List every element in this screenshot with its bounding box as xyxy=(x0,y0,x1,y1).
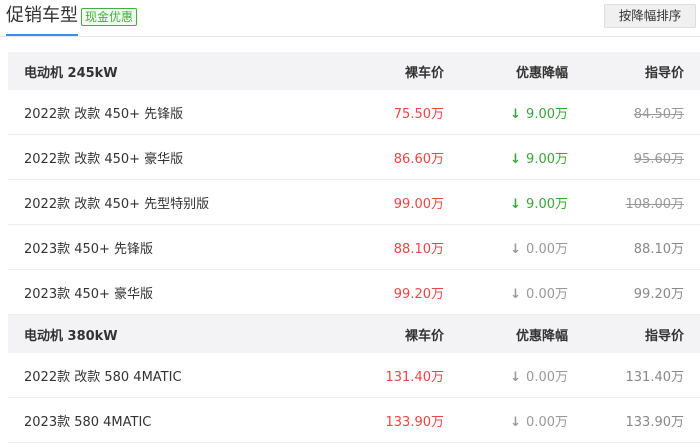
discount-value: 9.00万 xyxy=(526,196,568,212)
discount-value: 9.00万 xyxy=(526,151,568,167)
tab-promo-models[interactable]: 促销车型 xyxy=(6,4,78,36)
guide-price-value: 131.40万 xyxy=(625,369,685,385)
table-row[interactable]: 2022款 改款 450+ 豪华版 86.60万 ↓ 9.00万 95.60万 xyxy=(8,135,700,180)
bare-price: 133.90万 xyxy=(308,411,445,430)
group-header: 电动机 380kW 裸车价 优惠降幅 指导价 xyxy=(8,315,700,353)
guide-price: 99.20万 xyxy=(568,283,684,302)
table-row[interactable]: 2023款 450+ 先锋版 88.10万 ↓ 0.00万 88.10万 xyxy=(8,225,700,270)
guide-price: 108.00万 xyxy=(568,193,685,212)
price-table: 电动机 245kW 裸车价 优惠降幅 指导价 2022款 改款 450+ 先锋版 75.5… xyxy=(8,52,700,443)
guide-price-value: 88.10万 xyxy=(633,241,684,257)
bare-price: 86.60万 xyxy=(308,148,444,167)
guide-price: 95.60万 xyxy=(568,148,684,167)
bare-price: 99.00万 xyxy=(308,193,444,212)
column-header-discount: 优惠降幅 xyxy=(515,328,568,344)
guide-price-value: 95.60万 xyxy=(633,151,684,167)
arrow-down-icon: ↓ xyxy=(510,286,522,302)
model-name: 2022款 改款 450+ 先锋版 xyxy=(24,106,184,122)
sort-by-discount-button[interactable]: 按降幅排序 xyxy=(604,4,696,28)
model-name: 2023款 450+ 豪华版 xyxy=(24,286,154,302)
table-row[interactable]: 2022款 改款 580 4MATIC 131.40万 ↓ 0.00万 131.40万 xyxy=(8,353,700,398)
bare-price-value: 88.10万 xyxy=(393,241,444,257)
discount-value: 0.00万 xyxy=(526,369,568,385)
model-name: 2023款 580 4MATIC xyxy=(24,414,152,430)
discount-cell: ↓ 9.00万 xyxy=(444,148,568,167)
top-bar: 促销车型 现金优惠 按降幅排序 xyxy=(0,0,700,37)
model-name: 2022款 改款 450+ 豪华版 xyxy=(24,151,184,167)
table-row[interactable]: 2022款 改款 450+ 先型特别版 99.00万 ↓ 9.00万 108.00万 xyxy=(8,180,700,225)
arrow-down-icon: ↓ xyxy=(510,241,522,257)
bare-price: 131.40万 xyxy=(308,366,445,385)
guide-price-value: 133.90万 xyxy=(625,414,685,430)
discount-value: 0.00万 xyxy=(526,241,568,257)
group-title: 电动机 245kW xyxy=(24,65,118,81)
model-name: 2022款 改款 580 4MATIC xyxy=(24,369,182,385)
bare-price-value: 131.40万 xyxy=(385,369,445,385)
guide-price-value: 108.00万 xyxy=(625,196,685,212)
guide-price: 133.90万 xyxy=(568,411,685,430)
bare-price-value: 133.90万 xyxy=(385,414,445,430)
table-row[interactable]: 2023款 450+ 豪华版 99.20万 ↓ 0.00万 99.20万 xyxy=(8,270,700,315)
bare-price-value: 99.20万 xyxy=(393,286,444,302)
arrow-down-icon: ↓ xyxy=(510,151,522,167)
guide-price-value: 99.20万 xyxy=(633,286,684,302)
column-header-price: 裸车价 xyxy=(404,65,444,81)
bare-price-value: 86.60万 xyxy=(393,151,444,167)
group-header: 电动机 245kW 裸车价 优惠降幅 指导价 xyxy=(8,52,700,90)
discount-cell: ↓ 9.00万 xyxy=(444,103,568,122)
arrow-down-icon: ↓ xyxy=(510,196,522,212)
column-header-price: 裸车价 xyxy=(404,328,444,344)
model-name: 2023款 450+ 先锋版 xyxy=(24,241,154,257)
bare-price-value: 99.00万 xyxy=(393,196,444,212)
arrow-down-icon: ↓ xyxy=(510,414,522,430)
discount-value: 0.00万 xyxy=(526,286,568,302)
discount-value: 9.00万 xyxy=(526,106,568,122)
discount-cell: ↓ 0.00万 xyxy=(444,366,568,385)
discount-cell: ↓ 0.00万 xyxy=(444,411,568,430)
arrow-down-icon: ↓ xyxy=(510,369,522,385)
column-header-guide-price: 指导价 xyxy=(644,65,684,81)
bare-price: 99.20万 xyxy=(308,283,444,302)
group-title: 电动机 380kW xyxy=(24,328,118,344)
column-header-discount: 优惠降幅 xyxy=(515,65,568,81)
guide-price: 131.40万 xyxy=(568,366,685,385)
table-row[interactable]: 2023款 580 4MATIC 133.90万 ↓ 0.00万 133.90万 xyxy=(8,398,700,443)
arrow-down-icon: ↓ xyxy=(510,106,522,122)
discount-cell: ↓ 0.00万 xyxy=(444,238,568,257)
bare-price: 88.10万 xyxy=(308,238,444,257)
guide-price: 84.50万 xyxy=(568,103,684,122)
guide-price: 88.10万 xyxy=(568,238,684,257)
discount-cell: ↓ 9.00万 xyxy=(444,193,568,212)
bare-price: 75.50万 xyxy=(308,103,444,122)
guide-price-value: 84.50万 xyxy=(633,106,684,122)
bare-price-value: 75.50万 xyxy=(393,106,444,122)
discount-cell: ↓ 0.00万 xyxy=(444,283,568,302)
column-header-guide-price: 指导价 xyxy=(644,328,684,344)
cash-discount-badge: 现金优惠 xyxy=(81,8,138,26)
discount-value: 0.00万 xyxy=(526,414,568,430)
model-name: 2022款 改款 450+ 先型特别版 xyxy=(24,196,210,212)
table-row[interactable]: 2022款 改款 450+ 先锋版 75.50万 ↓ 9.00万 84.50万 xyxy=(8,90,700,135)
